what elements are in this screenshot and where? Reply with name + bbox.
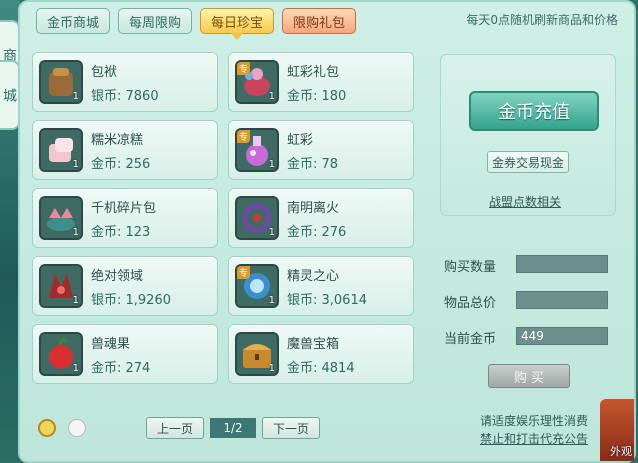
appearance-label: 外观 [610, 445, 632, 458]
exchange-button[interactable]: 金券交易现金 [487, 151, 570, 173]
item-card[interactable]: 1 千机碎片包 金币: 123 [32, 188, 218, 248]
item-card[interactable]: 1 魔兽宝箱 金币: 4814 [228, 324, 414, 384]
tab-bar: 金币商城 每周限购 每日珍宝 限购礼包 [36, 8, 357, 40]
item-grid: 1 包袱 银币: 7860 专 1 虹彩礼包 金币: 180 1 糯米凉糕 金币… [32, 52, 434, 388]
item-name: 魔兽宝箱 [287, 337, 340, 352]
item-price: 金币: 78 [287, 157, 339, 172]
item-card[interactable]: 专 1 虹彩 金币: 78 [228, 120, 414, 180]
item-qty: 1 [268, 159, 275, 170]
rice-cake-icon: 1 [39, 128, 83, 172]
item-qty: 1 [72, 159, 79, 170]
total-field [516, 291, 608, 309]
item-price: 金币: 274 [91, 361, 151, 376]
indicator-dot-icon[interactable] [68, 419, 86, 437]
refresh-note: 每天0点随机刷新商品和价格 [466, 13, 618, 27]
item-name: 兽魂果 [91, 337, 131, 352]
tab-gold-mall[interactable]: 金币商城 [36, 8, 111, 34]
item-card[interactable]: 1 绝对领域 银币: 1,9260 [32, 256, 218, 316]
potion-icon: 专 1 [235, 128, 279, 172]
league-points-link[interactable]: 战盟点数相关 [489, 193, 561, 210]
item-qty: 1 [268, 91, 275, 102]
treasure-chest-icon: 1 [235, 332, 279, 376]
exclusive-badge: 专 [237, 266, 251, 279]
item-price: 银币: 3,0614 [287, 293, 367, 308]
notice-line-1: 请适度娱乐理性消费 [479, 414, 588, 428]
chain-icon: 1 [235, 196, 279, 240]
pagination: 上一页 1/2 下一页 [146, 417, 321, 439]
total-label: 物品总价 [444, 296, 497, 311]
item-name: 虹彩礼包 [287, 65, 340, 80]
tab-limited-gift[interactable]: 限购礼包 [282, 8, 357, 34]
domain-icon: 1 [39, 264, 83, 308]
qty-field[interactable] [516, 255, 608, 273]
item-qty: 1 [72, 227, 79, 238]
next-page-button[interactable]: 下一页 [262, 417, 321, 439]
item-name: 南明离火 [287, 201, 340, 216]
item-price: 金币: 4814 [287, 361, 355, 376]
item-card[interactable]: 专 1 虹彩礼包 金币: 180 [228, 52, 414, 112]
exclusive-badge: 专 [237, 130, 251, 143]
item-name: 糯米凉糕 [91, 133, 144, 148]
gold-field: 449 [516, 327, 608, 345]
item-price: 银币: 1,9260 [91, 293, 171, 308]
item-price: 金币: 180 [287, 89, 347, 104]
item-price: 银币: 7860 [91, 89, 159, 104]
prev-page-button[interactable]: 上一页 [146, 417, 205, 439]
item-name: 绝对领域 [91, 269, 144, 284]
fragment-pack-icon: 1 [39, 196, 83, 240]
tab-weekly-limit[interactable]: 每周限购 [118, 8, 193, 34]
item-price: 金币: 276 [287, 225, 347, 240]
exclusive-badge: 专 [237, 62, 251, 75]
appearance-icon[interactable]: 外观 [600, 399, 634, 461]
item-name: 虹彩 [287, 133, 314, 148]
tab-daily-treasure[interactable]: 每日珍宝 [200, 8, 275, 40]
item-card[interactable]: 1 兽魂果 金币: 274 [32, 324, 218, 384]
page-indicator: 1/2 [210, 418, 257, 438]
fruit-icon: 1 [39, 332, 83, 376]
topup-button[interactable]: 金币充值 [469, 91, 599, 131]
item-price: 金币: 123 [91, 225, 151, 240]
gold-label: 当前金币 [444, 332, 497, 347]
shop-panel: 金币商城 每周限购 每日珍宝 限购礼包 每天0点随机刷新商品和价格 1 包袱 银… [18, 0, 636, 463]
bag-icon: 1 [39, 60, 83, 104]
item-card[interactable]: 1 包袱 银币: 7860 [32, 52, 218, 112]
item-name: 千机碎片包 [91, 201, 157, 216]
qty-label: 购买数量 [444, 260, 497, 275]
item-qty: 1 [268, 227, 275, 238]
spirit-heart-icon: 专 1 [235, 264, 279, 308]
item-name: 精灵之心 [287, 269, 340, 284]
item-card[interactable]: 1 糯米凉糕 金币: 256 [32, 120, 218, 180]
item-price: 金币: 256 [91, 157, 151, 172]
item-card[interactable]: 专 1 精灵之心 银币: 3,0614 [228, 256, 414, 316]
zoom-icon[interactable] [38, 419, 56, 437]
notice-link[interactable]: 禁止和打击代充公告 [480, 430, 588, 448]
item-qty: 1 [72, 91, 79, 102]
item-card[interactable]: 1 南明离火 金币: 276 [228, 188, 414, 248]
item-qty: 1 [268, 295, 275, 306]
item-qty: 1 [72, 363, 79, 374]
notice: 请适度娱乐理性消费 禁止和打击代充公告 [480, 412, 588, 448]
side-tab-city[interactable]: 城 [0, 60, 20, 130]
side-tab-label: 城 [1, 88, 17, 102]
item-name: 包袱 [91, 65, 118, 80]
buy-button[interactable]: 购 买 [488, 364, 570, 388]
item-qty: 1 [268, 363, 275, 374]
item-qty: 1 [72, 295, 79, 306]
topup-panel: 金币充值 金券交易现金 战盟点数相关 [440, 54, 616, 216]
rainbow-gift-icon: 专 1 [235, 60, 279, 104]
